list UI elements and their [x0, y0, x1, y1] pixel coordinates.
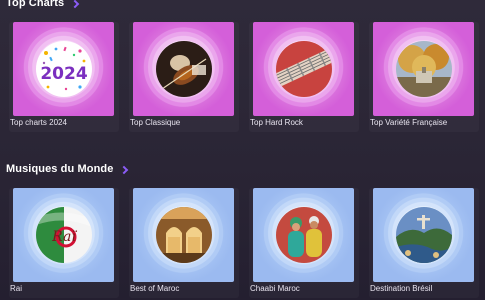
playlist-card-top-charts-2024[interactable]: 2024 Top charts 2024 [9, 22, 119, 132]
playlist-card-chaabi-maroc[interactable]: Chaabi Maroc [249, 188, 359, 298]
section-title[interactable]: Top Charts [6, 0, 64, 9]
cover-disc-2024: 2024 [35, 41, 92, 97]
playlist-card-top-classique[interactable]: Top Classique [129, 22, 239, 132]
section-musiques-du-monde: Musiques du Monde Raï Rai Best of Maroc … [0, 160, 485, 293]
playlist-cover[interactable]: Raï [13, 188, 114, 282]
playlist-row: Raï Rai Best of Maroc Chaabi Maroc Desti… [0, 188, 485, 300]
playlist-title[interactable]: Destination Brésil [370, 284, 482, 293]
playlist-title[interactable]: Rai [10, 284, 122, 293]
playlist-card-best-of-maroc[interactable]: Best of Maroc [129, 188, 239, 298]
section-title[interactable]: Musiques du Monde [6, 163, 113, 175]
playlist-cover[interactable] [373, 22, 474, 116]
playlist-title[interactable]: Chaabi Maroc [250, 284, 362, 293]
playlist-cover[interactable] [253, 188, 354, 282]
playlist-row: 2024 Top charts 2024 Top Classique Top H… [0, 22, 485, 142]
violin-player-image [155, 41, 212, 97]
rio-view-image [395, 207, 452, 263]
section-header[interactable]: Musiques du Monde [0, 160, 485, 178]
chevron-right-icon[interactable] [120, 165, 129, 174]
playlist-card-top-variete-francaise[interactable]: Top Variété Française [369, 22, 479, 132]
section-header[interactable]: Top Charts [0, 0, 485, 12]
cover-art-text: Raï [51, 229, 77, 245]
playlist-title[interactable]: Top Hard Rock [250, 118, 362, 127]
guitar-image [275, 41, 332, 97]
playlist-cover[interactable] [133, 188, 234, 282]
page: Top Charts 2024 Top charts 2024 Top Clas… [0, 0, 485, 300]
playlist-card-rai[interactable]: Raï Rai [9, 188, 119, 298]
autumn-park-image [395, 41, 452, 97]
playlist-title[interactable]: Top charts 2024 [10, 118, 122, 127]
chevron-right-icon[interactable] [71, 0, 80, 8]
playlist-title[interactable]: Best of Maroc [130, 284, 242, 293]
playlist-cover[interactable] [373, 188, 474, 282]
playlist-title[interactable]: Top Variété Française [370, 118, 482, 127]
playlist-card-top-hard-rock[interactable]: Top Hard Rock [249, 22, 359, 132]
playlist-cover[interactable] [253, 22, 354, 116]
section-top-charts: Top Charts 2024 Top charts 2024 Top Clas… [0, 0, 485, 127]
playlist-cover[interactable] [133, 22, 234, 116]
playlist-card-destination-bresil[interactable]: Destination Brésil [369, 188, 479, 298]
playlist-title[interactable]: Top Classique [130, 118, 242, 127]
cover-art-text: 2024 [40, 64, 87, 84]
moroccan-palace-image [155, 207, 212, 263]
algerian-flag-image: Raï [35, 207, 92, 263]
playlist-cover[interactable]: 2024 [13, 22, 114, 116]
chaabi-dancers-image [275, 207, 332, 263]
